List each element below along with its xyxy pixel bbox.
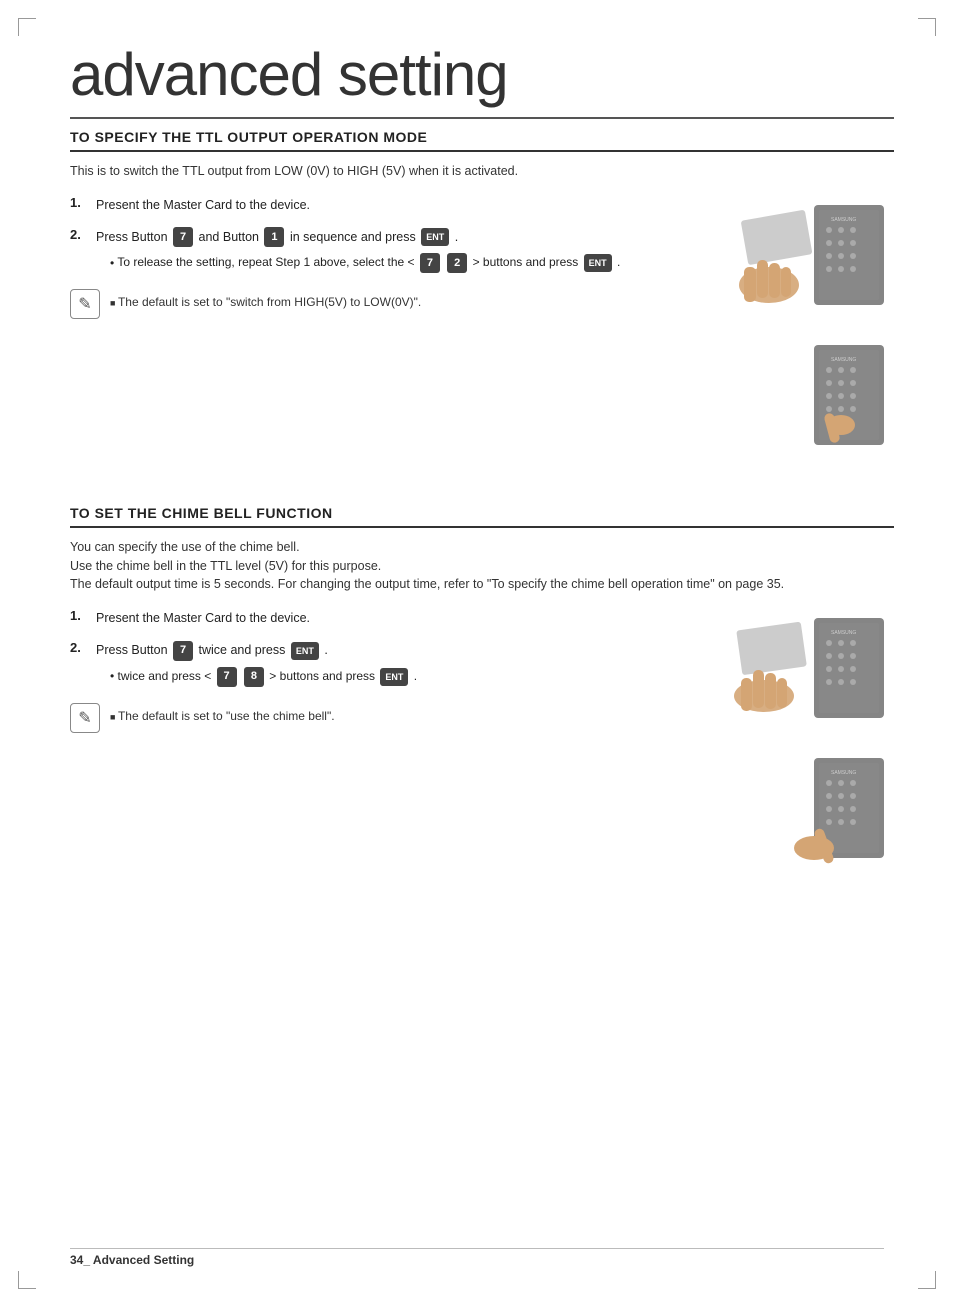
- section2-body: 1. Present the Master Card to the device…: [70, 608, 894, 878]
- note2-text: The default is set to "use the chime bel…: [110, 703, 335, 725]
- corner-mark-tl: [18, 18, 36, 36]
- section1-title: TO SPECIFY THE TTL OUTPUT OPERATION MODE: [70, 129, 894, 152]
- section2-desc1: You can specify the use of the chime bel…: [70, 538, 894, 594]
- key-2-sub: 2: [447, 253, 467, 273]
- page-title: advanced setting: [70, 40, 894, 119]
- corner-mark-tr: [918, 18, 936, 36]
- footer-line: [70, 1248, 884, 1249]
- device-img-2: SAMSUNG: [719, 335, 894, 465]
- ent-btn-2: ENT: [584, 254, 612, 272]
- step2-prefix: Press Button: [96, 230, 171, 244]
- step2-num: 2.: [70, 227, 90, 274]
- corner-mark-br: [918, 1271, 936, 1289]
- section2-title: TO SET THE CHIME BELL FUNCTION: [70, 505, 894, 528]
- section2-step1: 1. Present the Master Card to the device…: [70, 608, 674, 628]
- note-icon-1: ✎: [70, 289, 100, 319]
- section1-content: 1. Present the Master Card to the device…: [70, 195, 674, 465]
- step2-end: in sequence and press: [290, 230, 419, 244]
- svg-text:SAMSUNG: SAMSUNG: [831, 217, 856, 223]
- s2-step2-num: 2.: [70, 640, 90, 687]
- section1-note: ✎ The default is set to "switch from HIG…: [70, 289, 674, 319]
- section1-sub: To release the setting, repeat Step 1 ab…: [96, 253, 620, 273]
- note-icon-2: ✎: [70, 703, 100, 733]
- s2-step1-text: Present the Master Card to the device.: [96, 608, 310, 628]
- key-7-s2-sub: 7: [217, 667, 237, 687]
- sub1-prefix: To release the setting, repeat Step 1 ab…: [117, 256, 414, 270]
- section2-content: 1. Present the Master Card to the device…: [70, 608, 674, 878]
- step2-content: Press Button 7 and Button 1 in sequence …: [96, 227, 620, 274]
- section1-desc: This is to switch the TTL output from LO…: [70, 162, 894, 181]
- step2-period: .: [455, 230, 458, 244]
- s2-sub-end: .: [414, 669, 417, 683]
- device-img-4: SAMSUNG: [719, 748, 894, 878]
- device-img-1: SAMSUNG: [719, 195, 894, 325]
- section-ttl-output: TO SPECIFY THE TTL OUTPUT OPERATION MODE…: [70, 129, 894, 465]
- section2-sub: twice and press < 7 8 > buttons and pres…: [96, 667, 417, 687]
- s2-sub-suffix: > buttons and press: [269, 669, 378, 683]
- page: advanced setting TO SPECIFY THE TTL OUTP…: [0, 0, 954, 1307]
- page-footer: 34_ Advanced Setting: [70, 1253, 194, 1267]
- section2-note: ✎ The default is set to "use the chime b…: [70, 703, 674, 733]
- s2-sub-prefix: twice and press <: [118, 669, 212, 683]
- corner-mark-bl: [18, 1271, 36, 1289]
- section1-images: SAMSUNG: [694, 195, 894, 465]
- s2-step2-mid: twice and press: [199, 643, 289, 657]
- s2-d1: You can specify the use of the chime bel…: [70, 538, 894, 557]
- section1-step2: 2. Press Button 7 and Button 1 in sequen…: [70, 227, 674, 274]
- svg-text:SAMSUNG: SAMSUNG: [831, 357, 856, 363]
- key-1-btn: 1: [264, 227, 284, 247]
- key-7-s2: 7: [173, 641, 193, 661]
- key-7-btn: 7: [173, 227, 193, 247]
- section1-step1: 1. Present the Master Card to the device…: [70, 195, 674, 215]
- s2-d2: Use the chime bell in the TTL level (5V)…: [70, 557, 894, 576]
- ent-btn-s2: ENT: [291, 642, 319, 660]
- section-chime-bell: TO SET THE CHIME BELL FUNCTION You can s…: [70, 505, 894, 878]
- sub1-end: .: [617, 256, 620, 270]
- key-8-s2-sub: 8: [244, 667, 264, 687]
- step2-mid: and Button: [199, 230, 263, 244]
- section1-body: 1. Present the Master Card to the device…: [70, 195, 894, 465]
- ent-btn-1: ENT: [421, 228, 449, 246]
- section2-images: SAMSUNG: [694, 608, 894, 878]
- device-img-3: SAMSUNG: [719, 608, 894, 738]
- s2-step2-content: Press Button 7 twice and press ENT . twi…: [96, 640, 417, 687]
- s2-d3: The default output time is 5 seconds. Fo…: [70, 575, 894, 594]
- s2-step2-end: .: [324, 643, 327, 657]
- sub1-suffix: > buttons and press: [473, 256, 582, 270]
- svg-text:SAMSUNG: SAMSUNG: [831, 630, 856, 636]
- note1-text: The default is set to "switch from HIGH(…: [110, 289, 421, 311]
- key-7-sub: 7: [420, 253, 440, 273]
- section2-step2: 2. Press Button 7 twice and press ENT . …: [70, 640, 674, 687]
- step1-text: Present the Master Card to the device.: [96, 195, 310, 215]
- step1-num: 1.: [70, 195, 90, 215]
- svg-text:SAMSUNG: SAMSUNG: [831, 770, 856, 776]
- s2-step2-prefix: Press Button: [96, 643, 171, 657]
- s2-step1-num: 1.: [70, 608, 90, 628]
- ent-btn-s2-sub: ENT: [380, 668, 408, 686]
